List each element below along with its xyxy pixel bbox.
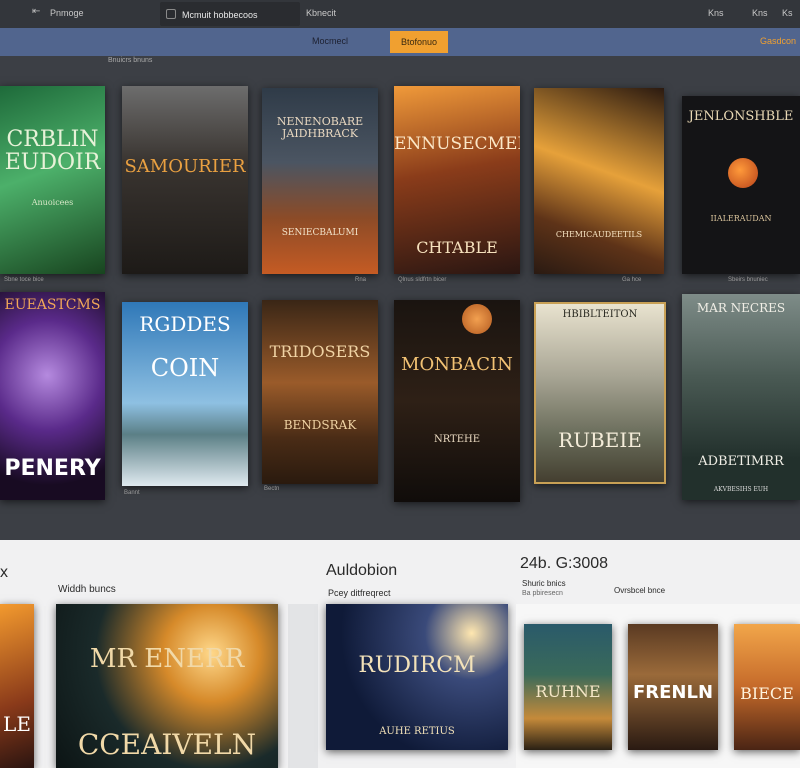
book-cover[interactable]: MR ENERR CCEAIVELN (56, 604, 278, 768)
book-caption: Sbeirs bnuniec (728, 277, 768, 283)
sun-graphic (462, 304, 492, 334)
tab-icon (166, 9, 176, 19)
book-cover[interactable]: HBIBLTEITON RUBEIE (534, 302, 666, 484)
book-cover[interactable]: SAMOURIER (122, 86, 248, 274)
book-title: FRENLN (632, 682, 714, 703)
book-caption: Bannt (124, 490, 140, 496)
book-subtitle: SENIECBALUMI (281, 228, 359, 238)
book-caption: Rna (355, 277, 367, 283)
book-cover[interactable]: CRBLIN EUDOIR Anuoicees (0, 86, 105, 274)
book-cover[interactable]: CHEMICAUDEETILS (534, 88, 664, 274)
book-subtitle: AUHE RETIUS (379, 726, 455, 737)
book-title: LE (3, 712, 31, 736)
tab-title: Mcmuit hobbecoos (182, 10, 258, 20)
book-title: JENLONSHBLE (688, 109, 794, 124)
book-caption: Bectn (264, 486, 280, 492)
nav-bar: Mocmecl Btofonuo Gasdcon (0, 28, 800, 56)
book-caption: Ga hce (622, 277, 642, 283)
book-title: ENNUSECMER (394, 134, 520, 154)
book-title: RGDDES (139, 312, 231, 336)
book-cover[interactable]: NENENOBARE JAIDHBRACK SENIECBALUMI (262, 88, 378, 274)
book-cover[interactable]: EUEASTCMS PENERY (0, 292, 105, 500)
book-subtitle: ADBETIMRR (698, 454, 784, 469)
book-subtitle: RUBEIE (558, 428, 642, 452)
book-cover[interactable]: RGDDES COIN (122, 302, 248, 486)
book-caption: AKVBESIHS EUH (713, 486, 769, 493)
back-icon[interactable]: ⇤ (32, 6, 42, 17)
book-caption: Sbne toce bice (4, 277, 44, 283)
book-cover[interactable]: TRIDOSERS BENDSRAK (262, 300, 378, 484)
nav-item-center[interactable]: Mocmecl (312, 36, 348, 46)
topbar-item-1[interactable]: Kns (708, 8, 724, 18)
col1-heading: Widdh buncs (58, 584, 116, 595)
book-subtitle: CHTABLE (416, 238, 498, 257)
topbar-item-3[interactable]: Ks (782, 8, 793, 18)
col-divider (288, 604, 318, 768)
book-cover[interactable]: MAR NECRES ADBETIMRR AKVBESIHS EUH (682, 294, 800, 500)
book-title: SAMOURIER (124, 156, 246, 177)
book-subtitle: CHEMICAUDEETILS (555, 230, 643, 239)
book-subtitle: BENDSRAK (283, 418, 357, 432)
book-title: EUEASTCMS (4, 297, 101, 313)
book-title: NENENOBARE JAIDHBRACK (276, 115, 364, 140)
book-cover[interactable]: JENLONSHBLE IIALERAUDAN (682, 96, 800, 274)
col3-title: 24b. G:3008 (520, 555, 609, 572)
col3-sub2: Ovrsbcel bnce (614, 586, 666, 595)
book-cover[interactable]: MONBACIN NRTEHE (394, 300, 520, 502)
col2-title: Auldobion (326, 562, 398, 579)
app-label: Pnmoge (50, 8, 84, 18)
nav-item-right[interactable]: Gasdcon (760, 36, 796, 46)
book-cover[interactable]: LE (0, 604, 34, 768)
breadcrumb[interactable]: Kbnecit (306, 8, 336, 18)
book-title: HBIBLTEITON (562, 309, 638, 320)
book-subtitle: PENERY (4, 456, 101, 481)
book-caption: Qlnus sldfrtn bicer (398, 277, 447, 283)
book-title: MAR NECRES (696, 301, 786, 315)
moon-graphic (728, 158, 758, 188)
book-subtitle: COIN (150, 354, 220, 382)
book-cover[interactable]: BIECE (734, 624, 800, 750)
topbar-item-2[interactable]: Kns (752, 8, 768, 18)
book-subtitle: NRTEHE (433, 434, 481, 445)
book-cover[interactable]: ENNUSECMER CHTABLE (394, 86, 520, 274)
book-title: MR ENERR (89, 644, 245, 674)
book-title: BIECE (740, 684, 794, 703)
col2-sub: Pcey ditfreqrect (328, 588, 391, 598)
book-cover[interactable]: RUHNE (524, 624, 612, 750)
col3-sub1: Shuric bnics (522, 579, 566, 588)
tab-active[interactable]: Mcmuit hobbecoos (160, 2, 300, 26)
book-cover[interactable]: FRENLN (628, 624, 718, 750)
book-subtitle: CCEAIVELN (77, 728, 257, 761)
col3-sub3: Ba pbiresecn (522, 590, 563, 597)
section-label: Bnuicrs bnuns (108, 57, 153, 64)
book-title: RUHNE (535, 682, 601, 701)
book-title: CRBLIN EUDOIR (4, 127, 101, 176)
book-title: RUDIRCM (358, 653, 476, 678)
book-subtitle: Anuoicees (31, 198, 74, 207)
book-title: MONBACIN (401, 354, 513, 375)
book-cover[interactable]: RUDIRCM AUHE RETIUS (326, 604, 508, 750)
panel-left-cut: x (0, 564, 8, 581)
top-bar: ⇤ Pnmoge Mcmuit hobbecoos Kbnecit Kns Kn… (0, 0, 800, 28)
book-title: TRIDOSERS (269, 342, 371, 361)
book-subtitle: IIALERAUDAN (710, 214, 772, 223)
nav-item-active[interactable]: Btofonuo (390, 31, 448, 53)
